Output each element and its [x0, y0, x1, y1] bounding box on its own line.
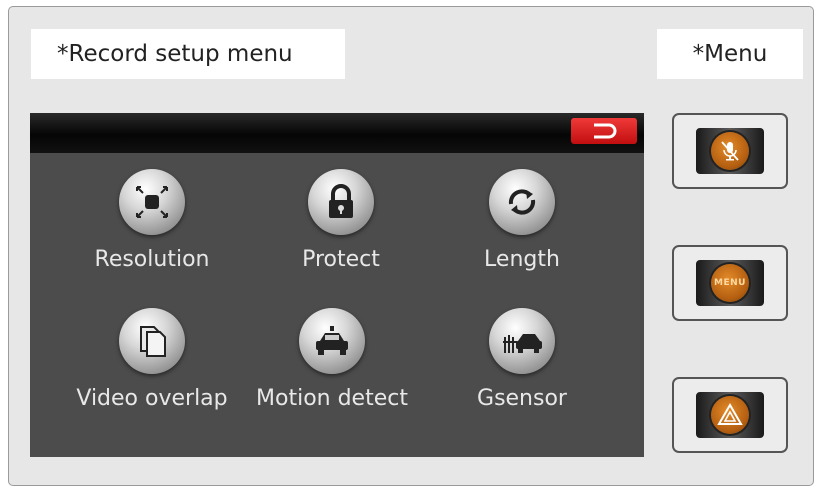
mute-button[interactable]	[672, 113, 788, 189]
page-title: *Record setup menu	[31, 29, 345, 79]
lock-icon	[308, 169, 374, 235]
menu-caption: *Menu	[657, 29, 803, 79]
return-arrow-icon	[594, 123, 617, 139]
menu-item-video-overlap[interactable]: Video overlap	[57, 308, 247, 411]
loop-icon	[489, 169, 555, 235]
overlap-icon	[119, 308, 185, 374]
button-face	[696, 128, 764, 174]
menu-button[interactable]: MENU	[672, 245, 788, 321]
warning-icon	[711, 396, 749, 434]
back-button[interactable]	[571, 118, 637, 144]
menu-item-resolution[interactable]: Resolution	[57, 169, 247, 272]
menu-item-label: Protect	[302, 247, 380, 272]
menu-item-label: Video overlap	[76, 386, 228, 411]
menu-item-length[interactable]: Length	[427, 169, 617, 272]
menu-item-label: Length	[484, 247, 560, 272]
menu-item-protect[interactable]: Protect	[246, 169, 436, 272]
screen-top-bar	[30, 113, 644, 153]
menu-item-label: Gsensor	[477, 386, 567, 411]
car-icon	[299, 308, 365, 374]
mute-mic-icon	[711, 132, 749, 170]
button-face	[696, 392, 764, 438]
menu-icon-text: MENU	[714, 278, 746, 288]
resolution-icon	[119, 169, 185, 235]
crash-icon	[489, 308, 555, 374]
emergency-button[interactable]	[672, 377, 788, 453]
button-face: MENU	[696, 260, 764, 306]
menu-item-gsensor[interactable]: Gsensor	[427, 308, 617, 411]
menu-item-label: Motion detect	[256, 386, 408, 411]
device-screen: Resolution Protect Length Video overlap …	[30, 113, 644, 457]
menu-item-motion-detect[interactable]: Motion detect	[237, 308, 427, 411]
menu-icon: MENU	[711, 264, 749, 302]
menu-item-label: Resolution	[94, 247, 210, 272]
